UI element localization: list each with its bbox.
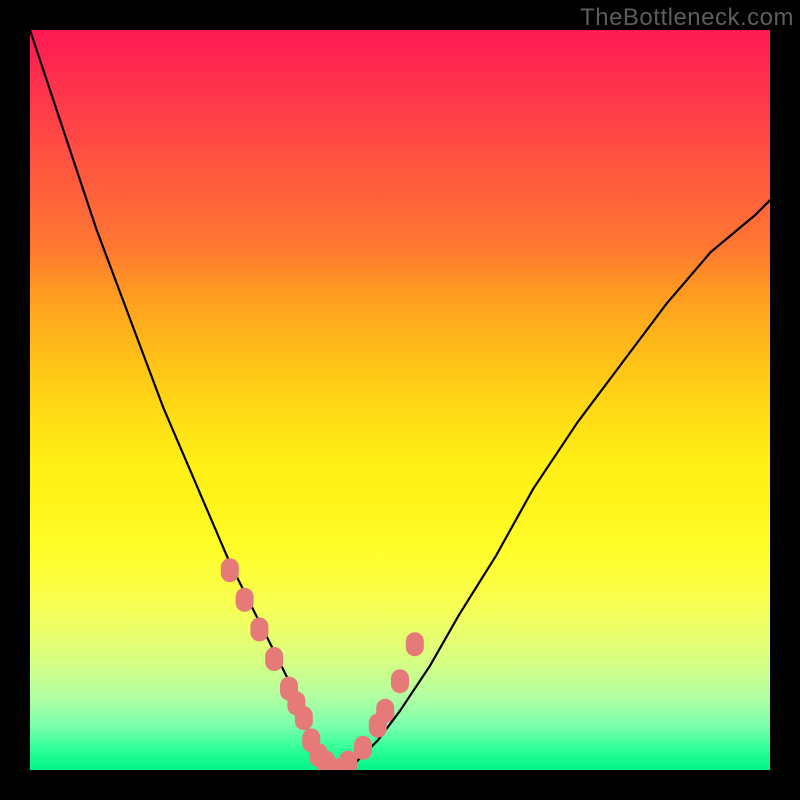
curve-markers [221, 558, 424, 770]
curve-svg [30, 30, 770, 770]
curve-marker [265, 647, 283, 671]
curve-marker [221, 558, 239, 582]
curve-marker [354, 736, 372, 760]
curve-marker [406, 632, 424, 656]
curve-marker [376, 699, 394, 723]
curve-marker [295, 706, 313, 730]
plot-area [30, 30, 770, 770]
chart-frame: TheBottleneck.com [0, 0, 800, 800]
curve-marker [391, 669, 409, 693]
curve-marker [236, 588, 254, 612]
curve-marker [250, 617, 268, 641]
watermark-text: TheBottleneck.com [580, 4, 794, 32]
bottleneck-curve [30, 30, 770, 770]
